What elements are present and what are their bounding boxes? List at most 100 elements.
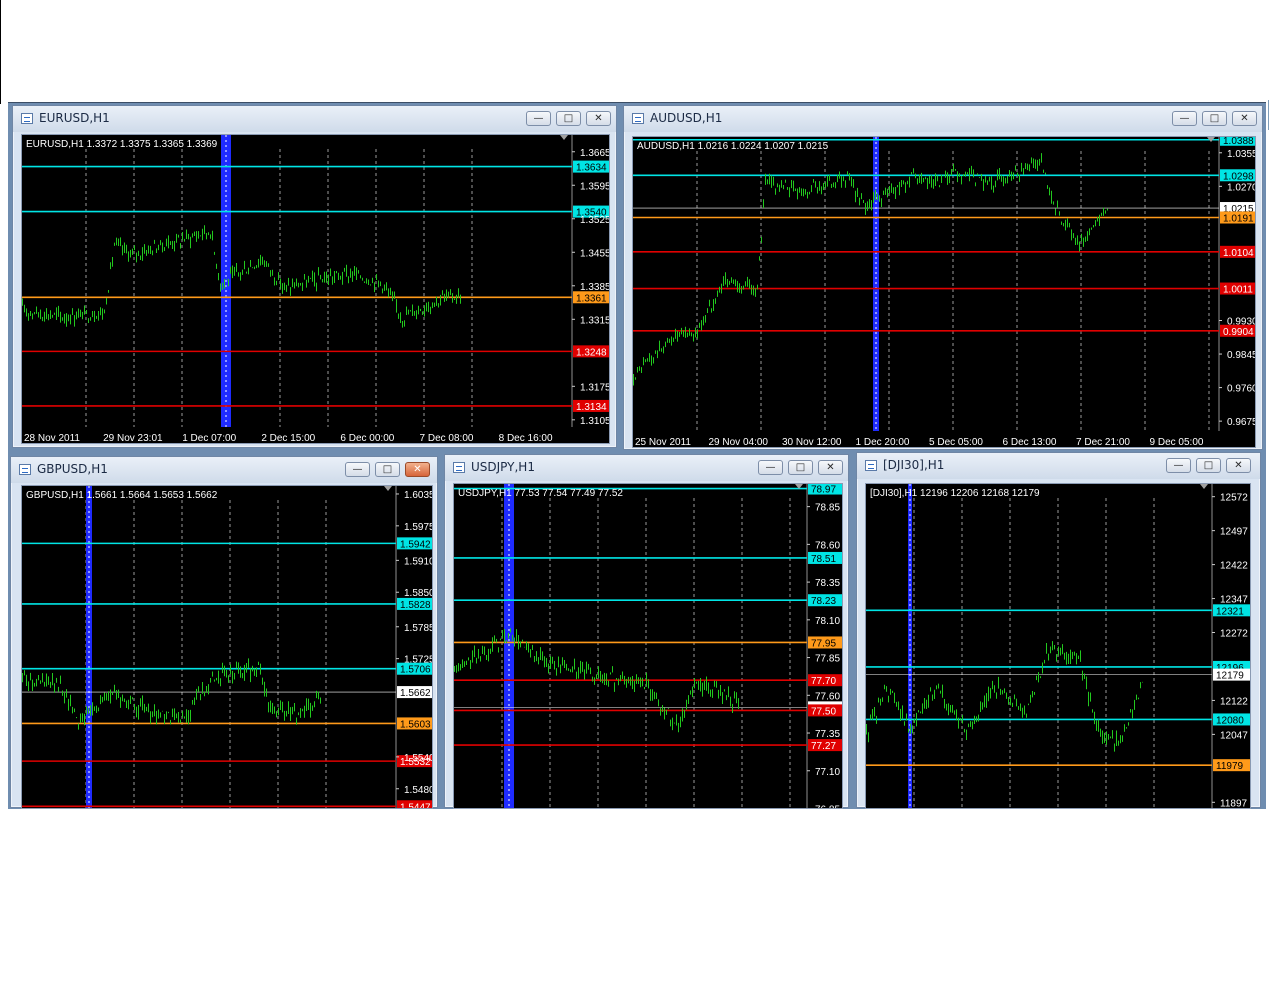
time-axis-label: 6 Dec 13:00 [1003,437,1057,448]
chart-window-eurusd[interactable]: EURUSD,H1 — □ ✕ 1.3634 1.3540 1.3361 1.3248… [12,105,617,448]
close-button[interactable]: ✕ [1232,111,1257,126]
close-button[interactable]: ✕ [405,462,430,477]
price-axis-label: 1.3385 [580,282,610,293]
time-axis-label: 1 Dec 07:00 [182,433,236,444]
level-price-text: 78.97 [811,485,836,496]
maximize-button[interactable]: □ [375,462,400,477]
time-axis-label: 7 Dec 21:00 [1076,437,1130,448]
price-axis-label: 1.5540 [404,753,433,764]
price-axis-label: 12572 [1220,493,1248,504]
level-price-text: 77.50 [811,706,836,717]
title-bar[interactable]: EURUSD,H1 — □ ✕ [13,106,616,132]
level-price-text: 77.95 [811,638,836,649]
chart-window-gbpusd[interactable]: GBPUSD,H1 — □ ✕ 1.5942 1.5828 1.5706 1.5662… [10,456,438,809]
price-axis-label: 0.9675 [1227,417,1256,428]
close-button[interactable]: ✕ [818,460,843,475]
time-axis-label: 7 Dec 08:00 [420,433,474,444]
left-edge-rule [0,0,1,104]
price-axis-label: 1.3525 [580,215,610,226]
price-axis-label: 1.0270 [1227,182,1256,193]
price-axis-label: 12272 [1220,629,1248,640]
level-price-text: 77.27 [811,741,836,752]
chart-window-usdjpy[interactable]: USDJPY,H1 — □ ✕ 78.97 78.51 78.23 77.95 77.7… [444,454,849,809]
maximize-button[interactable]: □ [788,460,813,475]
level-price-text: 1.3361 [576,293,607,304]
price-axis-label: 78.10 [815,616,840,627]
level-price-text: 0.9904 [1223,327,1254,338]
price-axis-label: 12347 [1220,595,1248,606]
level-price-text: 1.0011 [1223,285,1253,296]
chart-info-text: EURUSD,H1 1.3372 1.3375 1.3365 1.3369 [26,139,218,150]
level-price-text: 1.5662 [400,688,431,699]
price-chart-svg[interactable]: 1.36341.35401.33611.32481.31341.36651.35… [22,135,610,444]
price-axis-label: 12422 [1220,561,1248,572]
chart-window-icon [865,460,877,471]
title-bar[interactable]: USDJPY,H1 — □ ✕ [445,455,848,481]
level-price-text: 1.3134 [576,402,607,413]
minimize-button[interactable]: — [1166,458,1191,473]
chart-info-text: GBPUSD,H1 1.5661 1.5664 1.5653 1.5662 [26,490,218,501]
chart-info-text: USDJPY,H1 77.53 77.54 77.49 77.52 [458,488,623,499]
time-axis-label: 6 Dec 00:00 [340,433,394,444]
level-price-text: 1.0104 [1223,248,1254,259]
minimize-button[interactable]: — [526,111,551,126]
price-axis-label: 77.10 [815,767,840,778]
chart-info-text: AUDUSD,H1 1.0216 1.0224 1.0207 1.0215 [637,141,829,152]
chart-window-icon [453,462,465,473]
right-scrollbar-fragment[interactable] [1268,100,1275,130]
time-axis-label: 28 Nov 2011 [24,433,80,444]
level-price-text: 1.3634 [576,163,607,174]
price-axis-label: 77.60 [815,691,840,702]
price-chart-svg[interactable]: 78.9778.5178.2377.9577.7077.5277.5077.27… [454,484,843,809]
time-axis-label: 9 Dec 05:00 [1150,437,1204,448]
price-axis-label: 77.85 [815,654,840,665]
price-chart-svg[interactable]: 1232112196121791208011979125721249712422… [866,484,1251,809]
chart-area[interactable]: 1.0388 1.0298 1.0215 1.0191 1.0104 1.0011 0.99… [632,136,1256,448]
level-price-text: 12080 [1216,715,1244,726]
price-bars [633,153,1108,386]
level-price-text: 1.0388 [1223,137,1254,147]
price-axis-label: 78.60 [815,540,840,551]
price-axis-label: 1.5480 [404,785,433,796]
chart-area[interactable]: 1.3634 1.3540 1.3361 1.3248 1.3134 1.3665 1.35… [21,134,610,444]
price-axis-label: 1.5725 [404,655,433,666]
time-axis-label: 1 Dec 20:00 [856,437,910,448]
level-price-text: 1.5706 [400,665,431,676]
maximize-button[interactable]: □ [1196,458,1221,473]
time-axis-label: 29 Nov 04:00 [709,437,769,448]
price-chart-svg[interactable]: 1.03881.02981.02151.01911.01041.00110.99… [633,137,1256,448]
chart-area[interactable]: 12321 12196 12179 12080 11979 12572 12497 12422… [865,483,1251,809]
price-axis-label: 78.85 [815,503,840,514]
price-axis-label: 1.3175 [580,382,610,393]
maximize-button[interactable]: □ [1202,111,1227,126]
title-bar[interactable]: GBPUSD,H1 — □ ✕ [11,457,437,483]
price-axis-label: 78.35 [815,578,840,589]
price-chart-svg[interactable]: 1.59421.58281.57061.56621.56031.55321.54… [22,486,433,809]
title-bar[interactable]: [DJI30],H1 — □ ✕ [857,453,1260,479]
chart-area[interactable]: 1.5942 1.5828 1.5706 1.5662 1.5603 1.5532 1.54… [21,485,433,809]
minimize-button[interactable]: — [1172,111,1197,126]
chart-shift-marker[interactable] [560,135,568,140]
chart-window-audusd[interactable]: AUDUSD,H1 — □ ✕ 1.0388 1.0298 1.0215 1.0191… [623,105,1263,450]
maximize-button[interactable]: □ [556,111,581,126]
price-axis-label: 1.5910 [404,556,433,567]
price-axis-label: 1.3105 [580,416,610,427]
price-axis-label: 12497 [1220,527,1248,538]
chart-window-dji30[interactable]: [DJI30],H1 — □ ✕ 12321 12196 12179 12080 119… [856,452,1261,809]
close-button[interactable]: ✕ [1226,458,1251,473]
chart-shift-marker[interactable] [1200,484,1208,489]
price-bars [22,225,461,328]
price-axis-label: 1.5975 [404,522,433,533]
time-axis-label: 2 Dec 15:00 [261,433,315,444]
minimize-button[interactable]: — [345,462,370,477]
price-bars [866,641,1143,752]
price-axis-label: 76.85 [815,804,840,809]
chart-area[interactable]: 78.9778.5178.2377.9577.7077.5277.5077.27… [453,483,843,809]
price-axis-label: 1.3455 [580,248,610,259]
price-axis-label: 77.35 [815,729,840,740]
close-button[interactable]: ✕ [586,111,611,126]
level-price-text: 77.70 [811,676,836,687]
chart-shift-marker[interactable] [384,486,392,491]
minimize-button[interactable]: — [758,460,783,475]
title-bar[interactable]: AUDUSD,H1 — □ ✕ [624,106,1262,132]
